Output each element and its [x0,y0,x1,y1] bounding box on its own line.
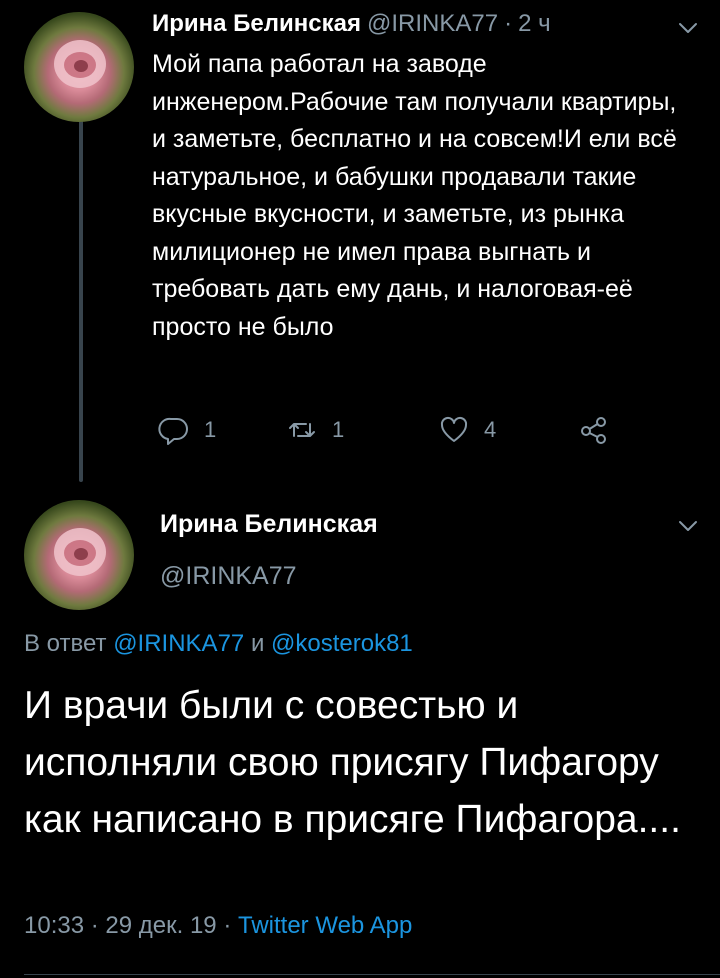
like-button[interactable]: 4 [438,414,496,446]
tweet-time[interactable]: 10:33 [24,912,84,939]
avatar[interactable] [24,500,134,610]
tweet-date[interactable]: 29 дек. 19 [105,912,216,939]
chevron-down-icon[interactable] [676,16,700,40]
tweet-text: И врачи были с совестью и исполняли свою… [24,684,681,841]
like-count: 4 [484,417,497,442]
heart-icon [440,416,468,442]
mention-link[interactable]: @kosterok81 [271,630,413,657]
reply-button[interactable]: 1 [158,414,216,446]
divider [24,974,720,975]
share-button[interactable] [578,414,610,446]
thread-connector-line [79,118,83,482]
reply-context: В ответ @IRINKA77 и @kosterok81 [24,630,413,658]
avatar[interactable] [24,12,134,122]
author-name[interactable]: Ирина Белинская [152,10,361,38]
tweet-timestamp[interactable]: 2 ч [518,10,551,38]
mention-link[interactable]: @IRINKA77 [113,630,244,657]
tweet-text: Мой папа работал на заводе инженером.Раб… [152,50,677,341]
separator: · [504,10,513,37]
separator: · [223,912,232,939]
retweet-button[interactable]: 1 [286,414,344,446]
retweet-icon [289,423,315,437]
reply-icon [158,417,188,445]
author-handle[interactable]: @IRINKA77 [160,562,297,591]
reply-conjunction: и [250,630,265,657]
author-handle[interactable]: @IRINKA77 [367,10,498,38]
source-app-link[interactable]: Twitter Web App [238,912,412,939]
tweet-metadata: 10:33 · 29 дек. 19 · Twitter Web App [24,912,412,940]
reply-prefix: В ответ [24,630,107,657]
retweet-count: 1 [332,417,345,442]
author-name[interactable]: Ирина Белинская [160,510,378,539]
reply-count: 1 [204,417,217,442]
chevron-down-icon[interactable] [676,514,700,538]
separator: · [90,912,99,939]
share-icon [581,417,606,444]
tweet-action-bar: 1 1 4 [152,414,632,450]
tweet-header: Ирина Белинская @IRINKA77 · 2 ч [152,10,551,44]
